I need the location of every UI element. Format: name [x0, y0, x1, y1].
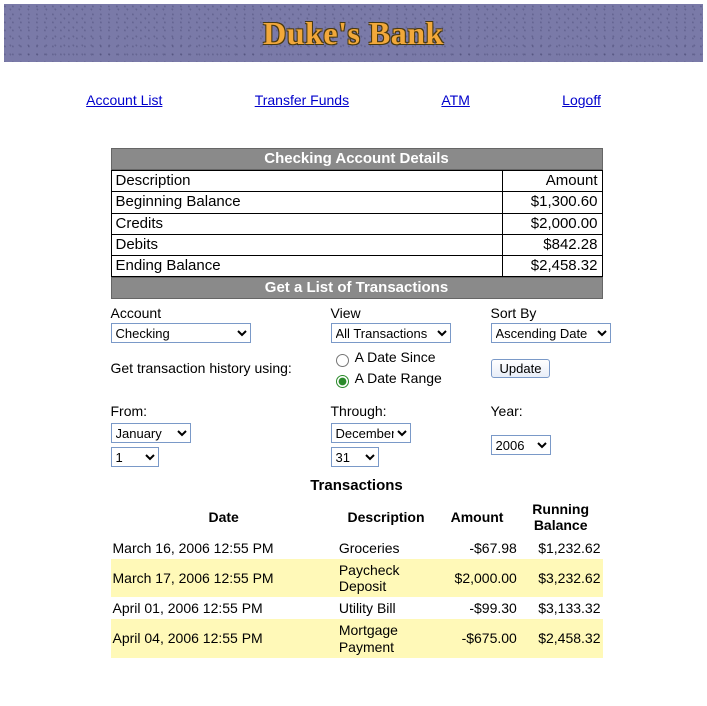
history-label: Get transaction history using: [111, 360, 321, 376]
from-month-select[interactable]: January [111, 423, 191, 443]
table-row: April 01, 2006 12:55 PMUtility Bill-$99.… [111, 597, 603, 619]
filter-form: Account Checking View All Transactions S… [111, 305, 603, 467]
header-amount: Amount [502, 171, 602, 192]
nav-transfer-funds[interactable]: Transfer Funds [255, 92, 349, 108]
tx-header-row: Date Description Amount Running Balance [111, 498, 603, 537]
table-row: Ending Balance$2,458.32 [111, 256, 602, 277]
table-row: Debits$842.28 [111, 234, 602, 255]
transactions-title: Transactions [111, 477, 603, 494]
account-label: Account [111, 305, 321, 321]
tx-desc: Utility Bill [337, 597, 435, 619]
year-select[interactable]: 2006 [491, 435, 551, 455]
radio-date-range[interactable] [336, 375, 349, 388]
date-mode-group: A Date Since A Date Range [331, 347, 481, 389]
year-label: Year: [491, 393, 611, 419]
col-date: Date [111, 498, 337, 537]
tx-date: April 01, 2006 12:55 PM [111, 597, 337, 619]
nav-account-list[interactable]: Account List [86, 92, 162, 108]
main-nav: Account List Transfer Funds ATM Logoff [0, 92, 707, 108]
account-details-table: Description Amount Beginning Balance$1,3… [111, 170, 603, 277]
tx-desc: Groceries [337, 537, 435, 559]
from-label: From: [111, 393, 321, 419]
sort-select[interactable]: Ascending Date [491, 323, 611, 343]
col-balance: Running Balance [519, 498, 603, 537]
through-label: Through: [331, 393, 481, 419]
from-day-select[interactable]: 1 [111, 447, 159, 467]
tx-desc: Mortgage Payment [337, 619, 435, 657]
table-row: Beginning Balance$1,300.60 [111, 192, 602, 213]
tx-amount: -$67.98 [435, 537, 519, 559]
view-select[interactable]: All Transactions [331, 323, 451, 343]
account-details-header: Checking Account Details [111, 148, 603, 170]
table-row: March 17, 2006 12:55 PMPaycheck Deposit$… [111, 559, 603, 597]
account-select[interactable]: Checking [111, 323, 251, 343]
tx-date: March 17, 2006 12:55 PM [111, 559, 337, 597]
tx-date: April 04, 2006 12:55 PM [111, 619, 337, 657]
tx-balance: $2,458.32 [519, 619, 603, 657]
nav-atm[interactable]: ATM [441, 92, 470, 108]
col-amount: Amount [435, 498, 519, 537]
col-desc: Description [337, 498, 435, 537]
tx-balance: $3,133.32 [519, 597, 603, 619]
nav-logoff[interactable]: Logoff [562, 92, 601, 108]
tx-balance: $3,232.62 [519, 559, 603, 597]
tx-amount: -$99.30 [435, 597, 519, 619]
banner-title: Duke's Bank [263, 15, 444, 52]
header-description: Description [111, 171, 502, 192]
table-header-row: Description Amount [111, 171, 602, 192]
tx-balance: $1,232.62 [519, 537, 603, 559]
tx-date: March 16, 2006 12:55 PM [111, 537, 337, 559]
tx-amount: $2,000.00 [435, 559, 519, 597]
update-button[interactable]: Update [491, 359, 551, 378]
table-row: Credits$2,000.00 [111, 213, 602, 234]
view-label: View [331, 305, 481, 321]
through-month-select[interactable]: December [331, 423, 411, 443]
tx-desc: Paycheck Deposit [337, 559, 435, 597]
tx-amount: -$675.00 [435, 619, 519, 657]
table-row: March 16, 2006 12:55 PMGroceries-$67.98$… [111, 537, 603, 559]
table-row: April 04, 2006 12:55 PMMortgage Payment-… [111, 619, 603, 657]
transactions-table: Date Description Amount Running Balance … [111, 498, 603, 657]
filter-header: Get a List of Transactions [111, 277, 603, 299]
sort-label: Sort By [491, 305, 611, 321]
radio-date-since[interactable] [336, 354, 349, 367]
banner: Duke's Bank [4, 4, 703, 62]
through-day-select[interactable]: 31 [331, 447, 379, 467]
